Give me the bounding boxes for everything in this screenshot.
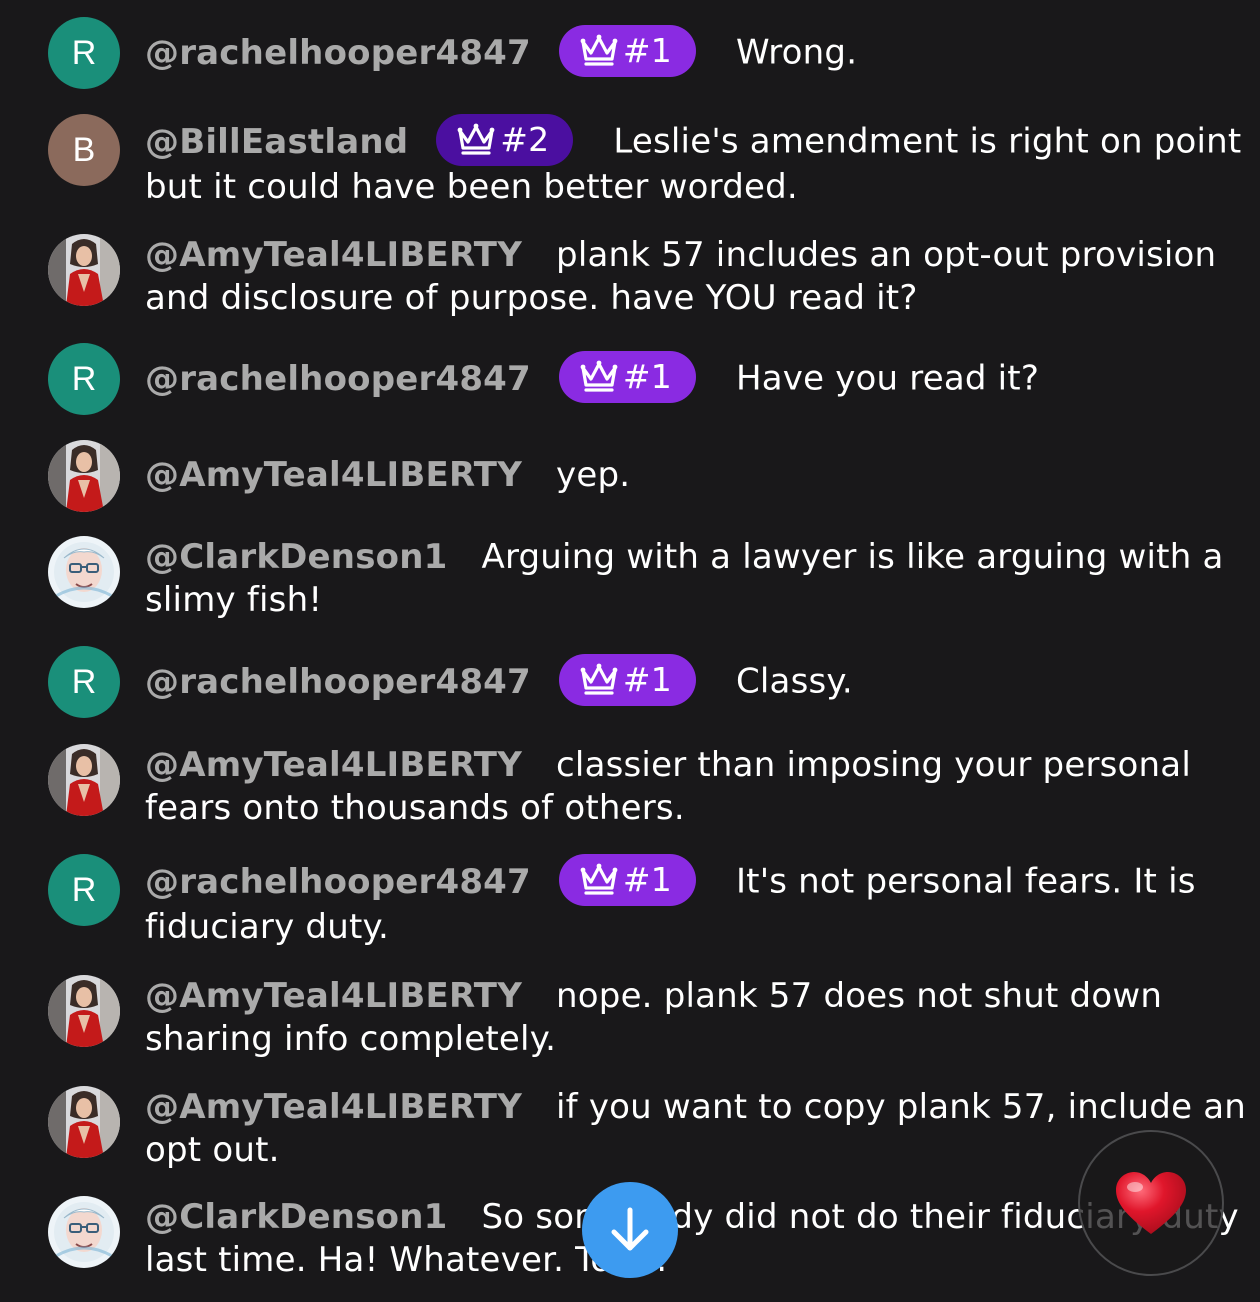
message-body-line-2: fears onto thousands of others.: [145, 788, 685, 828]
message-text-block: @rachelhooper4847 #1 Wrong.: [145, 25, 1225, 77]
avatar[interactable]: [48, 1086, 120, 1158]
rank-badge: #1: [558, 25, 696, 77]
message-body: yep.: [556, 455, 631, 495]
author-name[interactable]: @BillEastland: [145, 122, 408, 162]
avatar[interactable]: [48, 1196, 120, 1268]
message-text-block: @rachelhooper4847 #1 Have you read it?: [145, 351, 1225, 403]
message-text-block: @rachelhooper4847 #1 Classy.: [145, 654, 1225, 706]
message-body: classier than imposing your personal: [556, 745, 1191, 785]
author-name[interactable]: @AmyTeal4LIBERTY: [145, 745, 522, 785]
message-body-line-2: sharing info completely.: [145, 1019, 557, 1059]
author-name[interactable]: @AmyTeal4LIBERTY: [145, 976, 522, 1016]
message-body: plank 57 includes an opt-out provision: [556, 235, 1217, 275]
message-body: if you want to copy plank 57, include an: [556, 1087, 1246, 1127]
avatar[interactable]: [48, 440, 120, 512]
author-name[interactable]: @ClarkDenson1: [145, 537, 447, 577]
message-text-block: @AmyTeal4LIBERTY nope. plank 57 does not …: [145, 975, 1225, 1061]
badge-label: #1: [622, 357, 672, 396]
message-body: nope. plank 57 does not shut down: [556, 976, 1163, 1016]
message-body-line-2: opt out.: [145, 1130, 280, 1170]
message-body: Classy.: [735, 661, 853, 702]
author-name[interactable]: @rachelhooper4847: [145, 33, 531, 73]
author-name[interactable]: @AmyTeal4LIBERTY: [145, 455, 522, 495]
message-body-line-2: fiduciary duty.: [145, 907, 389, 947]
badge-label: #1: [622, 860, 672, 899]
author-name[interactable]: @rachelhooper4847: [145, 662, 531, 702]
crown-icon: [579, 863, 619, 897]
rank-badge: #1: [558, 351, 696, 403]
avatar[interactable]: R: [48, 854, 120, 926]
avatar[interactable]: [48, 234, 120, 306]
badge-label: #1: [622, 31, 672, 70]
avatar[interactable]: R: [48, 646, 120, 718]
rank-badge: #1: [558, 654, 696, 706]
author-name[interactable]: @rachelhooper4847: [145, 359, 531, 399]
avatar[interactable]: [48, 744, 120, 816]
badge-label: #1: [622, 660, 672, 699]
message-text-block: @ClarkDenson1 Arguing with a lawyer is li…: [145, 536, 1225, 622]
avatar[interactable]: R: [48, 343, 120, 415]
message-body: Arguing with a lawyer is like arguing wi…: [481, 537, 1224, 577]
scroll-to-bottom-button[interactable]: [582, 1182, 678, 1278]
message-body-line-2: and disclosure of purpose. have YOU read…: [145, 278, 918, 318]
message-body-line-2: but it could have been better worded.: [145, 167, 798, 207]
message-body: It's not personal fears. It is: [735, 861, 1196, 902]
message-body-line-2: slimy fish!: [145, 580, 323, 620]
crown-icon: [579, 360, 619, 394]
message-body: Have you read it?: [735, 358, 1040, 399]
avatar[interactable]: B: [48, 114, 120, 186]
author-name[interactable]: @AmyTeal4LIBERTY: [145, 1087, 522, 1127]
message-text-block: @AmyTeal4LIBERTY plank 57 includes an opt…: [145, 234, 1225, 320]
message-text-block: @rachelhooper4847 #1 It's not personal fea…: [145, 854, 1225, 949]
reaction-button[interactable]: [1078, 1130, 1224, 1276]
avatar[interactable]: R: [48, 17, 120, 89]
message-text-block: @AmyTeal4LIBERTY classier than imposing y…: [145, 744, 1225, 830]
author-name[interactable]: @ClarkDenson1: [145, 1197, 447, 1237]
avatar[interactable]: [48, 975, 120, 1047]
author-name[interactable]: @rachelhooper4847: [145, 862, 531, 902]
message-text-block: @AmyTeal4LIBERTY if you want to copy plan…: [145, 1086, 1246, 1172]
heart-icon: [1116, 1172, 1186, 1234]
crown-icon: [456, 123, 496, 157]
message-body: Wrong.: [735, 32, 858, 73]
badge-label: #2: [500, 120, 550, 159]
arrow-down-icon: [611, 1207, 649, 1251]
message-text-block: @AmyTeal4LIBERTY yep.: [145, 454, 1225, 497]
message-text-block: @ClarkDenson1 So somebody did not do thei…: [145, 1196, 1239, 1282]
rank-badge: #2: [436, 114, 574, 166]
avatar[interactable]: [48, 536, 120, 608]
live-chat-feed: R @rachelhooper4847 #1 Wrong. B @BillEastl…: [0, 0, 1260, 1302]
rank-badge: #1: [558, 854, 696, 906]
message-body: Leslie's amendment is right on point: [613, 121, 1242, 162]
message-text-block: @BillEastland #2 Leslie's amendment is rig…: [145, 114, 1241, 209]
author-name[interactable]: @AmyTeal4LIBERTY: [145, 235, 522, 275]
crown-icon: [579, 663, 619, 697]
crown-icon: [579, 34, 619, 68]
